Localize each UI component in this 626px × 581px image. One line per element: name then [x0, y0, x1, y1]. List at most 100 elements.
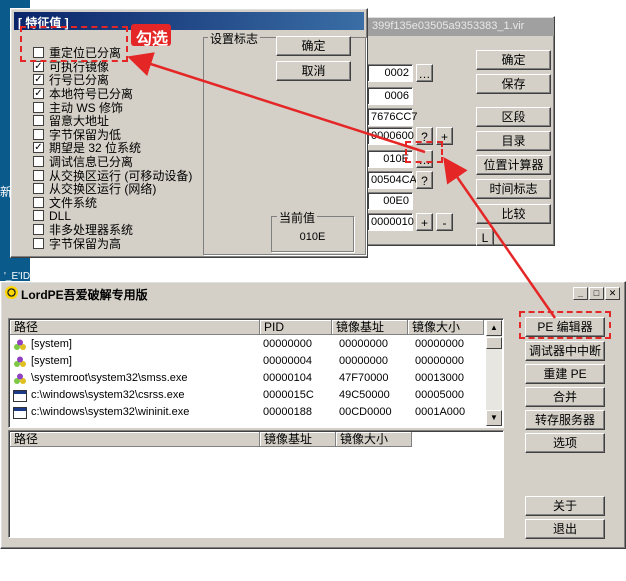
- flag-checkbox[interactable]: [33, 128, 44, 140]
- field-5[interactable]: 00504CA: [367, 171, 417, 189]
- process-row[interactable]: [system] 00000004 00000000 00000000: [11, 353, 481, 370]
- col-header-pid[interactable]: PID: [260, 320, 332, 335]
- flag-checkbox[interactable]: [33, 196, 44, 208]
- flag-checkbox[interactable]: ✓: [33, 142, 44, 154]
- dialog-cancel-button[interactable]: 取消: [276, 61, 351, 81]
- field-2[interactable]: 7676CC7: [367, 108, 417, 126]
- dump-server-button[interactable]: 转存服务器: [525, 410, 605, 430]
- process-row[interactable]: \systemroot\system32\smss.exe 00000104 4…: [11, 370, 481, 387]
- minus-button-7[interactable]: -: [436, 213, 453, 231]
- process-pid: 00000104: [263, 372, 312, 384]
- process-pid: 00000000: [263, 338, 312, 350]
- process-list[interactable]: 路径 PID 镜像基址 镜像大小 [system] 00000000 00000…: [8, 318, 504, 428]
- flag-checkbox[interactable]: ✓: [33, 88, 44, 100]
- process-row[interactable]: [system] 00000000 00000000 00000000: [11, 336, 481, 353]
- process-size: 00005000: [415, 389, 464, 401]
- col-header-module-base[interactable]: 镜像基址: [260, 432, 336, 447]
- col-header-module-path[interactable]: 路径: [10, 432, 260, 447]
- lordpe-titlebar: LordPE吾爱破解专用版 _ □ ✕: [3, 284, 623, 302]
- process-base: 00000000: [339, 355, 388, 367]
- window-process-icon: [13, 390, 27, 402]
- about-button[interactable]: 关于: [525, 496, 605, 516]
- col-header-image-base[interactable]: 镜像基址: [332, 320, 408, 335]
- flag-checkbox[interactable]: [33, 183, 44, 195]
- directories-button[interactable]: 目录: [476, 131, 551, 151]
- process-path: c:\windows\system32\wininit.exe: [31, 406, 190, 418]
- process-size: 0001A000: [415, 406, 466, 418]
- plus-button-7[interactable]: +: [416, 213, 433, 231]
- set-flags-label: 设置标志: [208, 30, 261, 47]
- scroll-thumb[interactable]: [486, 337, 502, 349]
- flag-row[interactable]: 文件系统: [33, 196, 203, 210]
- maximize-button[interactable]: □: [589, 287, 604, 300]
- field-7[interactable]: 0000010: [367, 213, 414, 231]
- window-process-icon: [13, 407, 27, 419]
- field-0[interactable]: 0002: [367, 64, 413, 82]
- process-base: 49C50000: [339, 389, 390, 401]
- process-row[interactable]: c:\windows\system32\csrss.exe 0000015C 4…: [11, 387, 481, 404]
- process-size: 00000000: [415, 338, 464, 350]
- timestamp-button[interactable]: 时间标志: [476, 179, 551, 199]
- close-button[interactable]: ✕: [605, 287, 620, 300]
- flag-checkbox[interactable]: [33, 156, 44, 168]
- break-debugger-button[interactable]: 调试器中中断: [525, 341, 605, 361]
- process-pid: 00000188: [263, 406, 312, 418]
- exit-button[interactable]: 退出: [525, 519, 605, 539]
- save-button[interactable]: 保存: [476, 74, 551, 94]
- col-header-path[interactable]: 路径: [10, 320, 260, 335]
- sections-button[interactable]: 区段: [476, 107, 551, 127]
- flag-checkbox[interactable]: [33, 210, 44, 222]
- process-pid: 0000015C: [263, 389, 314, 401]
- current-value-label: 当前值: [277, 209, 318, 226]
- process-pid: 00000004: [263, 355, 312, 367]
- process-base: 00000000: [339, 338, 388, 350]
- process-list-scrollbar[interactable]: ▲ ▼: [486, 320, 502, 426]
- scroll-up-arrow[interactable]: ▲: [486, 320, 502, 336]
- flc-button[interactable]: 位置计算器: [476, 155, 551, 175]
- process-path: \systemroot\system32\smss.exe: [31, 372, 188, 384]
- rebuild-pe-button[interactable]: 重建 PE: [525, 364, 605, 384]
- process-base: 00CD0000: [339, 406, 392, 418]
- highlight-pe-editor-button: [519, 311, 611, 339]
- merge-button[interactable]: 合并: [525, 387, 605, 407]
- field-1[interactable]: 0006: [367, 87, 413, 105]
- minimize-button[interactable]: _: [573, 287, 588, 300]
- flag-list: 重定位已分离 ✓ 可执行镜像 ✓ 行号已分离 ✓ 本地符号已分离 主动 WS 修饰 留…: [33, 46, 203, 251]
- browse-button-0[interactable]: …: [416, 64, 433, 82]
- flag-checkbox[interactable]: [33, 101, 44, 113]
- flag-checkbox[interactable]: [33, 115, 44, 127]
- flag-checkbox[interactable]: [33, 224, 44, 236]
- flag-checkbox[interactable]: [33, 169, 44, 181]
- col-header-image-size[interactable]: 镜像大小: [408, 320, 484, 335]
- l-button[interactable]: L: [476, 228, 494, 246]
- pe-editor-window: 399f135e03505a9353383_1.vir 0002 … 0006 …: [355, 16, 555, 246]
- pe-editor-titlebar: 399f135e03505a9353383_1.vir: [366, 18, 554, 36]
- process-base: 47F70000: [339, 372, 389, 384]
- col-header-module-size[interactable]: 镜像大小: [336, 432, 412, 447]
- options-button[interactable]: 选项: [525, 433, 605, 453]
- process-path: c:\windows\system32\csrss.exe: [31, 389, 185, 401]
- help-button-5[interactable]: ?: [416, 171, 433, 189]
- system-process-icon: [13, 339, 27, 351]
- system-process-icon: [13, 356, 27, 368]
- flag-checkbox[interactable]: [33, 237, 44, 249]
- current-value: 010E: [299, 231, 326, 243]
- annotation-label: 勾选: [136, 31, 169, 48]
- flag-checkbox[interactable]: ✓: [33, 74, 44, 86]
- flag-row[interactable]: 字节保留为高: [33, 236, 203, 251]
- process-path: [system]: [31, 355, 72, 367]
- scroll-down-arrow[interactable]: ▼: [486, 410, 502, 426]
- field-6[interactable]: 00E0: [367, 192, 413, 210]
- highlight-relocation-flag: [20, 26, 128, 62]
- process-row[interactable]: c:\windows\system32\wininit.exe 00000188…: [11, 404, 481, 421]
- dialog-ok-button[interactable]: 确定: [276, 36, 351, 56]
- process-size: 00013000: [415, 372, 464, 384]
- ok-button[interactable]: 确定: [476, 50, 551, 70]
- flag-label: 字节保留为高: [49, 236, 122, 251]
- flag-checkbox[interactable]: ✓: [33, 60, 44, 72]
- module-list[interactable]: 路径 镜像基址 镜像大小: [8, 430, 504, 538]
- process-path: [system]: [31, 338, 72, 350]
- compare-button[interactable]: 比较: [476, 204, 551, 224]
- highlight-browse-button: [405, 141, 443, 163]
- system-process-icon: [13, 373, 27, 385]
